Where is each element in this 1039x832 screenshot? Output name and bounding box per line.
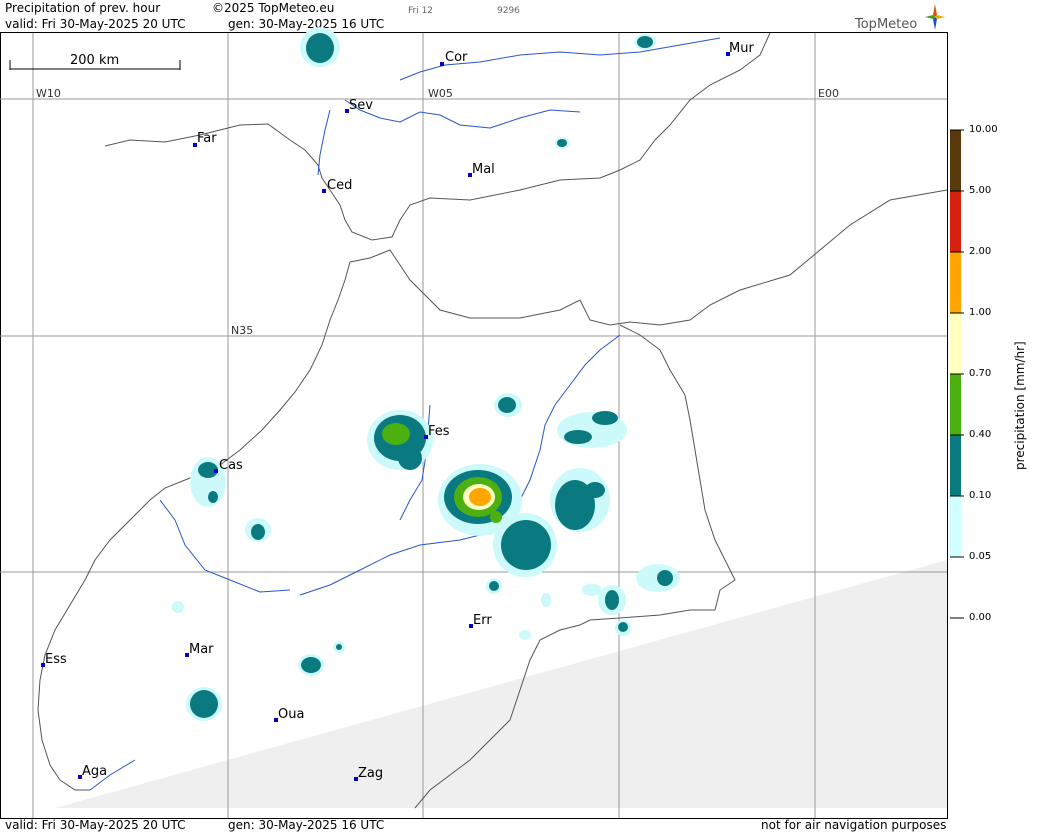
legend-label: 0.05 bbox=[969, 551, 992, 562]
legend-label: 5.00 bbox=[969, 185, 992, 196]
scale-bar-label: 200 km bbox=[70, 53, 119, 68]
city-label-mar: Mar bbox=[189, 642, 214, 657]
legend-label: 10.00 bbox=[969, 124, 998, 135]
city-label-ced: Ced bbox=[327, 178, 352, 193]
legend-swatch-10 bbox=[950, 130, 961, 191]
city-label-mal: Mal bbox=[472, 162, 495, 177]
city-label-err: Err bbox=[473, 613, 492, 628]
precipitation-map: 200 km W10 W05 E00 N35 Cor Mur Sev Far C… bbox=[0, 27, 964, 819]
legend-swatch-1 bbox=[950, 313, 961, 374]
legend-colorbar bbox=[950, 129, 964, 619]
city-label-aga: Aga bbox=[82, 764, 107, 779]
city-label-zag: Zag bbox=[358, 766, 383, 781]
footer-disclaimer: not for air navigation purposes bbox=[761, 818, 947, 832]
legend-label: 0.10 bbox=[969, 490, 992, 501]
legend-label: 0.70 bbox=[969, 368, 992, 379]
footer-generated-time: gen: 30-May-2025 16 UTC bbox=[228, 818, 385, 832]
legend-swatch-01 bbox=[950, 496, 961, 557]
precip-orange bbox=[469, 488, 491, 506]
city-label-ess: Ess bbox=[45, 652, 67, 667]
legend-swatch-2 bbox=[950, 252, 961, 313]
legend-label: 0.40 bbox=[969, 429, 992, 440]
city-marker-cor bbox=[440, 62, 444, 66]
legend-label: 2.00 bbox=[969, 246, 992, 257]
grid-label-w10: W10 bbox=[36, 87, 61, 100]
legend-swatch-5 bbox=[950, 191, 961, 252]
legend-label: 0.00 bbox=[969, 612, 992, 623]
legend-title: precipitation [mm/hr] bbox=[1013, 341, 1027, 470]
grid-label-e00: E00 bbox=[818, 87, 839, 100]
city-label-oua: Oua bbox=[278, 707, 304, 722]
legend-swatch-04 bbox=[950, 435, 961, 496]
legend-label: 1.00 bbox=[969, 307, 992, 318]
grid-label-n35: N35 bbox=[231, 324, 253, 337]
grid-label-w05: W05 bbox=[428, 87, 453, 100]
city-marker-cas bbox=[214, 469, 218, 473]
precip-very-light bbox=[172, 27, 680, 721]
footer-valid-time: valid: Fri 30-May-2025 20 UTC bbox=[5, 818, 186, 832]
city-label-cas: Cas bbox=[219, 458, 243, 473]
no-data-region bbox=[55, 560, 947, 808]
city-label-far: Far bbox=[197, 131, 217, 146]
city-label-cor: Cor bbox=[445, 50, 468, 65]
city-label-sev: Sev bbox=[349, 98, 373, 113]
city-label-mur: Mur bbox=[729, 41, 754, 56]
precip-teal bbox=[190, 33, 673, 718]
city-marker-ced bbox=[322, 189, 326, 193]
city-label-fes: Fes bbox=[428, 424, 450, 439]
legend-swatch-07 bbox=[950, 374, 961, 435]
